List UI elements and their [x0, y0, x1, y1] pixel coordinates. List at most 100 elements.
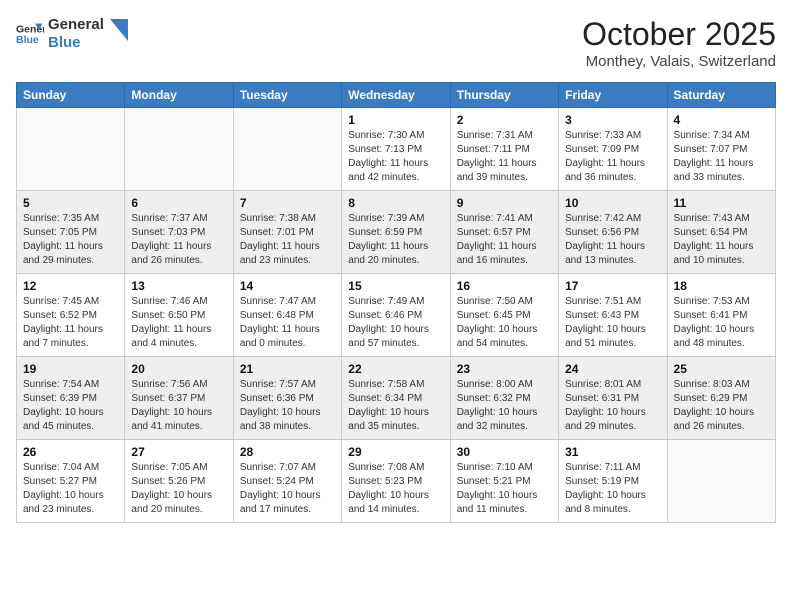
day-info: Sunrise: 7:37 AM Sunset: 7:03 PM Dayligh…: [131, 212, 226, 268]
day-number: 18: [674, 279, 769, 293]
calendar-cell: 31Sunrise: 7:11 AM Sunset: 5:19 PM Dayli…: [559, 440, 667, 523]
week-row-3: 12 Sunrise: 7:45 AM Sunset: 6:52 PM Dayli…: [17, 274, 776, 357]
day-number: 30: [457, 445, 552, 459]
day-info: Sunrise: 7:47 AM Sunset: 6:48 PM Dayligh…: [240, 295, 335, 351]
weekday-header-monday: Monday: [125, 83, 233, 108]
day-number: 6: [131, 196, 226, 210]
svg-text:Blue: Blue: [16, 34, 39, 46]
day-info: Sunrise: 7:51 AM Sunset: 6:43 PM Dayligh…: [565, 295, 660, 351]
day-info: Sunrise: 7:57 AM Sunset: 6:36 PM Dayligh…: [240, 378, 335, 434]
calendar-cell: 18 Sunrise: 7:53 AM Sunset: 6:41 PM Dayli…: [667, 274, 775, 357]
calendar-table: SundayMondayTuesdayWednesdayThursdayFrid…: [16, 82, 776, 523]
title-block: October 2025 Monthey, Valais, Switzerlan…: [582, 16, 776, 70]
day-number: 5: [23, 196, 118, 210]
day-number: 10: [565, 196, 660, 210]
day-number: 4: [674, 113, 769, 127]
page-header: General Blue General Blue October 2025 M…: [16, 16, 776, 70]
calendar-cell: 20Sunrise: 7:56 AM Sunset: 6:37 PM Dayli…: [125, 357, 233, 440]
day-info: Sunrise: 7:04 AM Sunset: 5:27 PM Dayligh…: [23, 461, 118, 517]
day-number: 23: [457, 362, 552, 376]
weekday-header-sunday: Sunday: [17, 83, 125, 108]
day-info: Sunrise: 7:11 AM Sunset: 5:19 PM Dayligh…: [565, 461, 660, 517]
calendar-cell: 12 Sunrise: 7:45 AM Sunset: 6:52 PM Dayli…: [17, 274, 125, 357]
day-number: 26: [23, 445, 118, 459]
calendar-cell: 9 Sunrise: 7:41 AM Sunset: 6:57 PM Daylig…: [450, 191, 558, 274]
weekday-header-wednesday: Wednesday: [342, 83, 450, 108]
day-number: 2: [457, 113, 552, 127]
month-title: October 2025: [582, 16, 776, 53]
day-number: 29: [348, 445, 443, 459]
calendar-cell: 19Sunrise: 7:54 AM Sunset: 6:39 PM Dayli…: [17, 357, 125, 440]
calendar-cell: 3 Sunrise: 7:33 AM Sunset: 7:09 PM Daylig…: [559, 108, 667, 191]
day-info: Sunrise: 7:53 AM Sunset: 6:41 PM Dayligh…: [674, 295, 769, 351]
calendar-cell: 13 Sunrise: 7:46 AM Sunset: 6:50 PM Dayli…: [125, 274, 233, 357]
day-info: Sunrise: 7:54 AM Sunset: 6:39 PM Dayligh…: [23, 378, 118, 434]
calendar-cell: 27 Sunrise: 7:05 AM Sunset: 5:26 PM Dayli…: [125, 440, 233, 523]
day-info: Sunrise: 7:45 AM Sunset: 6:52 PM Dayligh…: [23, 295, 118, 351]
day-number: 16: [457, 279, 552, 293]
calendar-cell: 28 Sunrise: 7:07 AM Sunset: 5:24 PM Dayli…: [233, 440, 341, 523]
week-row-4: 19Sunrise: 7:54 AM Sunset: 6:39 PM Dayli…: [17, 357, 776, 440]
logo-chevron: [110, 19, 128, 41]
calendar-cell: 16 Sunrise: 7:50 AM Sunset: 6:45 PM Dayli…: [450, 274, 558, 357]
day-info: Sunrise: 7:50 AM Sunset: 6:45 PM Dayligh…: [457, 295, 552, 351]
day-info: Sunrise: 7:38 AM Sunset: 7:01 PM Dayligh…: [240, 212, 335, 268]
day-number: 24: [565, 362, 660, 376]
calendar-cell: 29Sunrise: 7:08 AM Sunset: 5:23 PM Dayli…: [342, 440, 450, 523]
day-info: Sunrise: 8:03 AM Sunset: 6:29 PM Dayligh…: [674, 378, 769, 434]
calendar-cell: 17Sunrise: 7:51 AM Sunset: 6:43 PM Dayli…: [559, 274, 667, 357]
location-title: Monthey, Valais, Switzerland: [582, 53, 776, 70]
calendar-cell: 1Sunrise: 7:30 AM Sunset: 7:13 PM Daylig…: [342, 108, 450, 191]
calendar-cell: 21Sunrise: 7:57 AM Sunset: 6:36 PM Dayli…: [233, 357, 341, 440]
day-info: Sunrise: 7:31 AM Sunset: 7:11 PM Dayligh…: [457, 129, 552, 185]
day-number: 14: [240, 279, 335, 293]
day-number: 12: [23, 279, 118, 293]
calendar-cell: 23 Sunrise: 8:00 AM Sunset: 6:32 PM Dayli…: [450, 357, 558, 440]
day-info: Sunrise: 7:33 AM Sunset: 7:09 PM Dayligh…: [565, 129, 660, 185]
day-info: Sunrise: 8:01 AM Sunset: 6:31 PM Dayligh…: [565, 378, 660, 434]
calendar-cell: 25 Sunrise: 8:03 AM Sunset: 6:29 PM Dayli…: [667, 357, 775, 440]
day-info: Sunrise: 7:41 AM Sunset: 6:57 PM Dayligh…: [457, 212, 552, 268]
day-number: 13: [131, 279, 226, 293]
logo: General Blue General Blue: [16, 16, 128, 52]
day-info: Sunrise: 8:00 AM Sunset: 6:32 PM Dayligh…: [457, 378, 552, 434]
day-number: 25: [674, 362, 769, 376]
calendar-cell: 22 Sunrise: 7:58 AM Sunset: 6:34 PM Dayli…: [342, 357, 450, 440]
day-info: Sunrise: 7:46 AM Sunset: 6:50 PM Dayligh…: [131, 295, 226, 351]
calendar-cell: 10Sunrise: 7:42 AM Sunset: 6:56 PM Dayli…: [559, 191, 667, 274]
calendar-cell: 14 Sunrise: 7:47 AM Sunset: 6:48 PM Dayli…: [233, 274, 341, 357]
day-number: 22: [348, 362, 443, 376]
day-info: Sunrise: 7:34 AM Sunset: 7:07 PM Dayligh…: [674, 129, 769, 185]
day-number: 7: [240, 196, 335, 210]
day-info: Sunrise: 7:05 AM Sunset: 5:26 PM Dayligh…: [131, 461, 226, 517]
day-info: Sunrise: 7:39 AM Sunset: 6:59 PM Dayligh…: [348, 212, 443, 268]
day-number: 11: [674, 196, 769, 210]
weekday-header-tuesday: Tuesday: [233, 83, 341, 108]
weekday-header-thursday: Thursday: [450, 83, 558, 108]
day-info: Sunrise: 7:10 AM Sunset: 5:21 PM Dayligh…: [457, 461, 552, 517]
day-number: 9: [457, 196, 552, 210]
logo-blue: Blue: [48, 34, 104, 52]
logo-icon: General Blue: [16, 20, 44, 48]
day-info: Sunrise: 7:58 AM Sunset: 6:34 PM Dayligh…: [348, 378, 443, 434]
weekday-header-row: SundayMondayTuesdayWednesdayThursdayFrid…: [17, 83, 776, 108]
calendar-cell: [667, 440, 775, 523]
day-number: 27: [131, 445, 226, 459]
day-info: Sunrise: 7:35 AM Sunset: 7:05 PM Dayligh…: [23, 212, 118, 268]
calendar-cell: 11 Sunrise: 7:43 AM Sunset: 6:54 PM Dayli…: [667, 191, 775, 274]
weekday-header-saturday: Saturday: [667, 83, 775, 108]
day-number: 3: [565, 113, 660, 127]
day-number: 28: [240, 445, 335, 459]
calendar-cell: 8Sunrise: 7:39 AM Sunset: 6:59 PM Daylig…: [342, 191, 450, 274]
week-row-2: 5 Sunrise: 7:35 AM Sunset: 7:05 PM Daylig…: [17, 191, 776, 274]
calendar-cell: 6 Sunrise: 7:37 AM Sunset: 7:03 PM Daylig…: [125, 191, 233, 274]
calendar-cell: 4 Sunrise: 7:34 AM Sunset: 7:07 PM Daylig…: [667, 108, 775, 191]
calendar-cell: 30 Sunrise: 7:10 AM Sunset: 5:21 PM Dayli…: [450, 440, 558, 523]
calendar-cell: 15Sunrise: 7:49 AM Sunset: 6:46 PM Dayli…: [342, 274, 450, 357]
day-info: Sunrise: 7:07 AM Sunset: 5:24 PM Dayligh…: [240, 461, 335, 517]
day-info: Sunrise: 7:43 AM Sunset: 6:54 PM Dayligh…: [674, 212, 769, 268]
calendar-cell: 24 Sunrise: 8:01 AM Sunset: 6:31 PM Dayli…: [559, 357, 667, 440]
day-number: 20: [131, 362, 226, 376]
logo-general: General: [48, 16, 104, 34]
calendar-cell: 2 Sunrise: 7:31 AM Sunset: 7:11 PM Daylig…: [450, 108, 558, 191]
